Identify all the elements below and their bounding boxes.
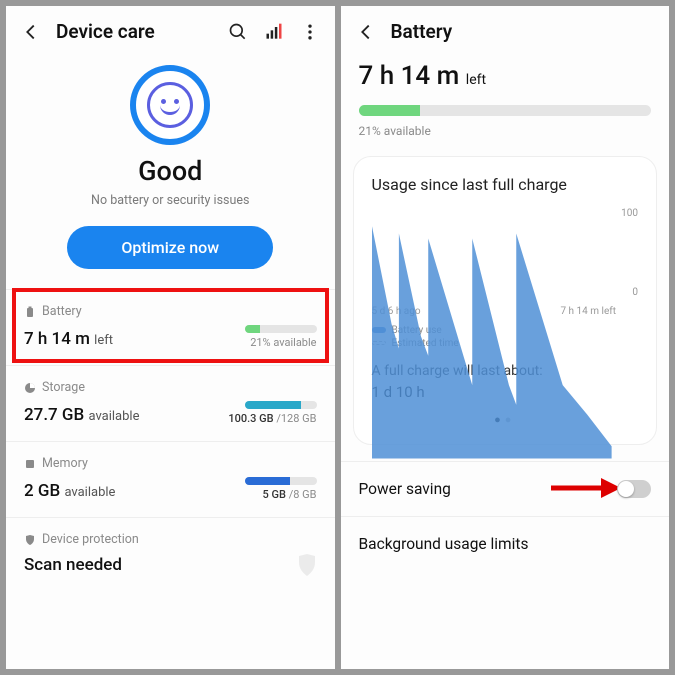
signal-icon[interactable] [263,21,285,43]
battery-pct: 21% available [250,336,316,349]
time-left: 7 h 14 m left [359,61,652,91]
bg-limits-row[interactable]: Background usage limits [341,516,670,571]
protection-status: Scan needed [24,555,122,575]
usage-chart: 100 0 [372,208,639,304]
battery-meter [245,325,317,333]
protection-label: Device protection [42,532,139,547]
memory-value: 2 GB available [24,481,115,501]
battery-label: Battery [42,304,82,319]
battery-screen: Battery 7 h 14 m left 21% available Usag… [341,6,670,669]
storage-row[interactable]: Storage 27.7 GB available 100.3 GB /128 … [6,365,335,441]
status-title: Good [138,155,202,187]
power-saving-row[interactable]: Power saving [341,461,670,516]
battery-icon [24,306,36,318]
status-face-icon [130,65,210,145]
more-icon[interactable] [299,21,321,43]
memory-meter [245,477,317,485]
search-icon[interactable] [227,21,249,43]
storage-value: 27.7 GB available [24,405,139,425]
storage-label: Storage [42,380,85,395]
memory-label: Memory [42,456,88,471]
battery-row[interactable]: Battery 7 h 14 m left 21% available [6,289,335,365]
power-saving-toggle[interactable] [617,480,651,498]
back-icon[interactable] [20,21,42,43]
memory-icon [24,458,36,470]
status-subtitle: No battery or security issues [91,193,249,208]
stats-list: Battery 7 h 14 m left 21% available Stor… [6,289,335,593]
page-title: Device care [56,20,155,43]
bg-limits-label: Background usage limits [359,535,529,553]
shield-icon [24,534,36,546]
battery-time: 7 h 14 m left [24,329,113,349]
usage-title: Usage since last full charge [372,175,639,194]
summary: 7 h 14 m left 21% available [341,57,670,138]
device-care-screen: Device care Good No battery or security … [6,6,335,669]
battery-bar [359,105,652,116]
optimize-button[interactable]: Optimize now [67,226,273,269]
storage-meter [245,401,317,409]
storage-icon [24,382,36,394]
page-title: Battery [391,20,453,43]
header: Battery [341,6,670,57]
back-icon[interactable] [355,21,377,43]
arrow-annotation-icon [551,476,621,500]
memory-row[interactable]: Memory 2 GB available 5 GB /8 GB [6,441,335,517]
status-section: Good No battery or security issues Optim… [6,57,335,269]
power-saving-label: Power saving [359,480,451,498]
usage-card[interactable]: Usage since last full charge 100 0 5 d 6… [353,156,658,445]
header: Device care [6,6,335,57]
shield-grey-icon [297,553,317,577]
memory-detail: 5 GB /8 GB [263,488,317,501]
battery-pct: 21% available [359,124,652,138]
protection-row[interactable]: Device protection Scan needed [6,517,335,593]
storage-detail: 100.3 GB /128 GB [228,412,316,425]
